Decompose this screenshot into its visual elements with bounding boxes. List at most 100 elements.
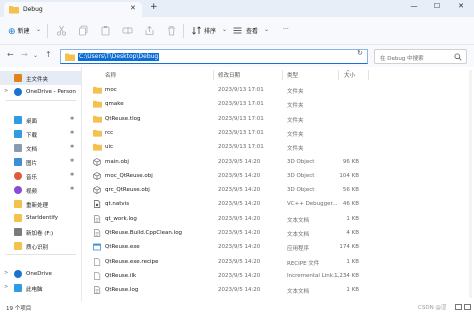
sidebar-item[interactable]: > OneDrive — [0, 267, 81, 281]
sidebar-item[interactable]: 新加卷 (F:) — [0, 225, 81, 239]
sidebar-item[interactable]: StarIdentify — [0, 211, 81, 225]
more-options-button[interactable]: ··· — [283, 26, 289, 33]
cloud-icon — [14, 88, 22, 96]
column-divider[interactable] — [282, 70, 283, 80]
pin-icon: ✱ — [70, 158, 75, 164]
delete-icon[interactable] — [166, 25, 177, 36]
file-type: 3D Object — [287, 158, 315, 165]
column-header-date[interactable]: 修改日期 — [218, 71, 240, 79]
sidebar-item[interactable]: 质心识别 — [0, 239, 81, 253]
file-row[interactable]: moc 2023/9/13 17:01 文件夹 — [88, 83, 368, 97]
folder-icon — [14, 242, 22, 250]
view-label: 查看 — [246, 28, 259, 35]
item-count: 19 个项目 — [6, 306, 32, 312]
share-icon[interactable] — [144, 25, 155, 36]
natvis-file-icon — [93, 200, 101, 209]
search-input[interactable]: 在 Debug 中搜索 — [374, 49, 467, 64]
file-row[interactable]: QtReuse.log 2023/9/5 14:20 文本文档 1 KB — [88, 283, 368, 297]
minimize-button[interactable]: — — [405, 2, 423, 10]
file-row[interactable]: QtReuse.Build.CppClean.log 2023/9/5 14:20… — [88, 226, 368, 240]
sidebar-item-label: OneDrive - Person — [26, 89, 76, 95]
file-size: 1,234 KB — [334, 272, 359, 279]
file-row[interactable]: moc_QtReuse.obj 2023/9/5 14:20 3D Object 10… — [88, 169, 368, 183]
tab-debug[interactable]: Debug ✕ — [4, 2, 142, 17]
sidebar-item[interactable]: 桌面 ✱ — [0, 113, 81, 127]
sidebar-item[interactable]: 图片 ✱ — [0, 155, 81, 169]
column-header-name[interactable]: 名称 — [105, 71, 116, 79]
file-date: 2023/9/13 17:01 — [218, 115, 264, 122]
file-row[interactable]: QtReuse.exe 2023/9/5 14:20 应用程序 174 KB — [88, 240, 368, 254]
file-row[interactable]: main.obj 2023/9/5 14:20 3D Object 96 KB — [88, 155, 368, 169]
column-divider[interactable] — [368, 70, 369, 80]
sidebar-item-label: StarIdentify — [26, 215, 59, 221]
folder-icon — [93, 86, 102, 94]
sidebar-item[interactable]: > 此电脑 — [0, 281, 81, 295]
file-row[interactable]: QtReuse.tlog 2023/9/13 17:01 文件夹 — [88, 112, 368, 126]
file-date: 2023/9/5 14:20 — [218, 230, 261, 236]
file-name: rcc — [105, 129, 114, 136]
refresh-icon[interactable]: ↻ — [357, 49, 363, 57]
recent-chevron-icon[interactable]: ⌄ — [33, 52, 38, 59]
column-divider[interactable] — [213, 70, 214, 80]
up-arrow-icon[interactable]: ↑ — [45, 50, 52, 59]
sidebar-item-label: 此电脑 — [26, 287, 43, 293]
expand-chevron-icon[interactable]: > — [4, 88, 8, 94]
rename-icon[interactable] — [122, 25, 133, 36]
file-name: QtReuse.log — [105, 287, 139, 294]
new-label: 新建 — [17, 28, 30, 35]
file-size: 4 KB — [346, 230, 359, 236]
file-size: 1 KB — [346, 258, 359, 265]
computer-icon — [14, 284, 22, 292]
back-arrow-icon[interactable]: ← — [7, 50, 14, 59]
sidebar-item[interactable]: 音乐 ✱ — [0, 169, 81, 183]
sidebar-item[interactable]: 下载 ✱ — [0, 127, 81, 141]
file-date: 2023/9/13 17:01 — [218, 144, 264, 151]
address-bar[interactable]: C:\Users\T\Desktop\Debug — [60, 49, 368, 64]
file-row[interactable]: qt.natvis 2023/9/5 14:20 VC++ Debugger... 4… — [88, 197, 368, 211]
object-file-icon — [93, 186, 101, 195]
close-window-button[interactable]: ✕ — [452, 2, 470, 10]
file-row[interactable]: qt_work.log 2023/9/5 14:20 文本文档 1 KB — [88, 212, 368, 226]
sidebar-item[interactable]: 视频 ✱ — [0, 183, 81, 197]
file-size: 1 KB — [346, 215, 359, 222]
new-button[interactable]: ⊕ 新建 — [8, 26, 30, 37]
column-divider[interactable] — [338, 70, 339, 80]
file-row[interactable]: rcc 2023/9/13 17:01 文件夹 — [88, 126, 368, 140]
file-name: QtReuse.tlog — [105, 115, 141, 122]
file-type: 文件夹 — [287, 131, 304, 138]
cut-icon[interactable] — [56, 25, 67, 36]
column-header-size[interactable]: 大小 — [344, 71, 355, 79]
forward-arrow-icon[interactable]: → — [21, 50, 28, 59]
new-dropdown-chevron-icon[interactable]: ⌄ — [36, 26, 41, 33]
tiles-view-icon[interactable] — [464, 304, 471, 310]
folder-icon — [14, 200, 22, 208]
vertical-scrollbar[interactable] — [469, 70, 472, 298]
file-type: 文本文档 — [287, 232, 310, 238]
file-date: 2023/9/5 14:20 — [218, 272, 261, 279]
column-header-type[interactable]: 类型 — [287, 71, 298, 79]
maximize-button[interactable]: ☐ — [428, 2, 446, 10]
sidebar-item[interactable]: > OneDrive - Person — [0, 85, 81, 99]
sidebar-item[interactable]: 主文件夹 — [0, 71, 81, 85]
expand-chevron-icon[interactable]: > — [4, 270, 8, 276]
text-file-icon — [93, 229, 101, 237]
paste-icon[interactable] — [100, 25, 111, 36]
file-row[interactable]: QtReuse.ilk 2023/9/5 14:20 Incremental Lin… — [88, 269, 368, 283]
sidebar-item[interactable]: 重新处理 — [0, 197, 81, 211]
address-path[interactable]: C:\Users\T\Desktop\Debug — [78, 53, 160, 61]
pin-icon: ✱ — [70, 130, 75, 136]
copy-icon[interactable] — [78, 25, 89, 36]
toolbar-divider — [183, 24, 184, 38]
documents-icon — [14, 144, 22, 152]
sort-label: 排序 — [204, 28, 217, 35]
new-tab-button[interactable]: + — [150, 2, 158, 12]
sidebar-item[interactable]: 文档 ✱ — [0, 141, 81, 155]
file-row[interactable]: QtReuse.exe.recipe 2023/9/5 14:20 RECIPE 文… — [88, 255, 368, 269]
details-view-icon[interactable] — [455, 304, 462, 310]
file-name: qrc_QtReuse.obj — [105, 187, 150, 194]
tab-close-icon[interactable]: ✕ — [130, 4, 136, 12]
expand-chevron-icon[interactable]: > — [4, 284, 8, 290]
file-row[interactable]: uic 2023/9/13 17:01 文件夹 — [88, 140, 368, 154]
file-row[interactable]: qmake 2023/9/13 17:01 文件夹 — [88, 97, 368, 111]
file-row[interactable]: qrc_QtReuse.obj 2023/9/5 14:20 3D Object 56… — [88, 183, 368, 197]
